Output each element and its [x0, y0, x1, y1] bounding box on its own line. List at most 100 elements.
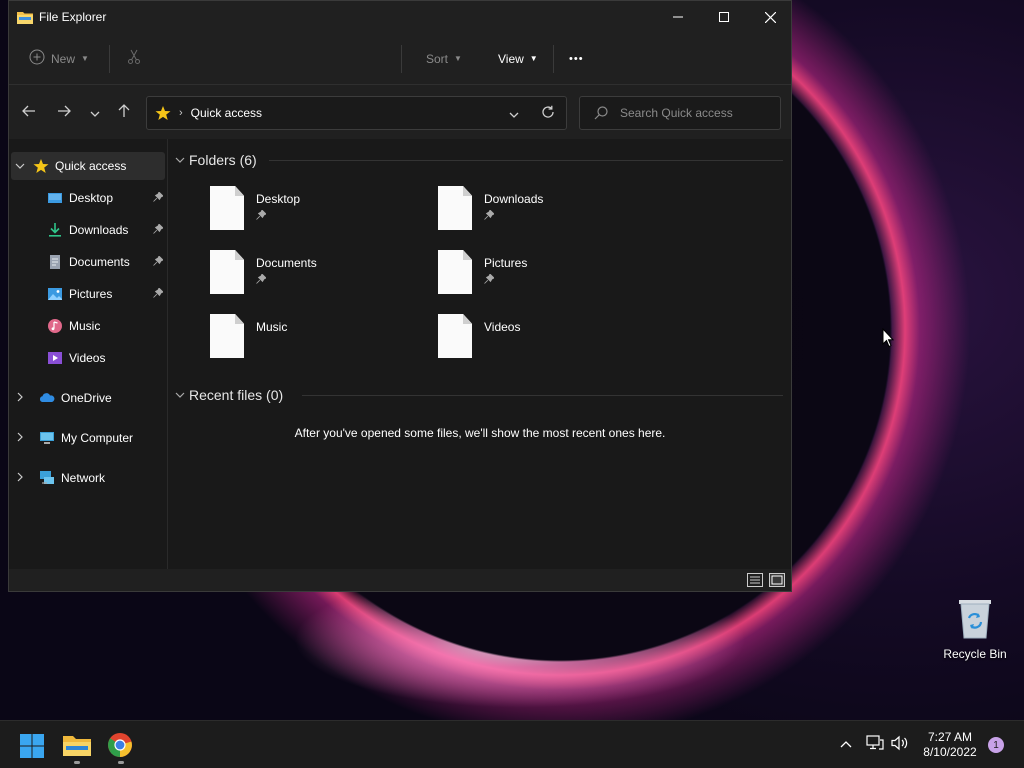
tiles-view-button[interactable]: [769, 573, 785, 587]
videos-icon: [47, 350, 63, 366]
chevron-right-icon[interactable]: [11, 392, 29, 405]
group-divider: [302, 395, 783, 396]
sidebar-item-music[interactable]: Music: [11, 312, 165, 340]
folder-tile-videos[interactable]: Videos: [438, 314, 658, 370]
chevron-right-icon[interactable]: [11, 472, 29, 485]
sidebar-item-my-computer[interactable]: My Computer: [11, 424, 165, 452]
recent-locations-button[interactable]: [83, 101, 107, 125]
folder-name: Pictures: [484, 256, 528, 270]
folder-name: Desktop: [256, 192, 301, 206]
more-options-button[interactable]: •••: [569, 53, 584, 65]
folders-group-title: Folders (6): [189, 152, 257, 168]
chevron-down-icon[interactable]: [175, 392, 185, 398]
new-button[interactable]: New ▼: [29, 49, 89, 68]
folder-tile-downloads[interactable]: Downloads: [438, 186, 658, 242]
content-pane: Folders (6) Desktop Downloads Documents: [169, 139, 791, 569]
forward-button[interactable]: [52, 101, 76, 125]
address-history-button[interactable]: [509, 107, 519, 121]
close-button[interactable]: [747, 1, 793, 33]
sidebar-item-onedrive[interactable]: OneDrive: [11, 384, 165, 412]
file-explorer-icon: [63, 734, 91, 759]
view-button[interactable]: View ▼: [498, 52, 538, 66]
back-button[interactable]: [17, 101, 41, 125]
taskbar-chrome[interactable]: [107, 731, 135, 764]
minimize-button[interactable]: [655, 1, 701, 33]
up-button[interactable]: [112, 101, 136, 125]
refresh-icon: [542, 105, 554, 118]
arrow-left-icon: [22, 104, 36, 122]
details-view-button[interactable]: [747, 573, 763, 587]
clock-date: 8/10/2022: [923, 745, 977, 759]
search-box[interactable]: Search Quick access: [579, 96, 781, 130]
pin-icon[interactable]: [153, 190, 164, 205]
pin-icon[interactable]: [153, 286, 164, 301]
chevron-down-icon: [90, 104, 100, 122]
search-icon: [594, 106, 608, 120]
toolbar-divider: [401, 45, 402, 73]
chevron-down-icon: [509, 112, 519, 118]
folder-name: Documents: [256, 256, 317, 270]
sort-label: Sort: [426, 51, 449, 66]
search-placeholder: Search Quick access: [620, 106, 733, 120]
documents-icon: [47, 254, 63, 270]
sort-button[interactable]: Sort ▼: [426, 52, 462, 66]
chevron-down-icon: ▼: [81, 54, 89, 63]
arrow-right-icon: [57, 104, 71, 122]
pin-icon[interactable]: [153, 254, 164, 269]
start-button[interactable]: [19, 731, 47, 759]
network-status-button[interactable]: [866, 735, 884, 754]
cut-button[interactable]: [126, 49, 142, 68]
sidebar-item-label: OneDrive: [61, 391, 112, 405]
address-bar[interactable]: › Quick access: [146, 96, 567, 130]
recent-files-group-header[interactable]: Recent files (0): [175, 387, 283, 403]
running-indicator: [74, 761, 80, 764]
sidebar-item-label: Downloads: [69, 223, 129, 237]
sidebar-item-label: Music: [69, 319, 101, 333]
folder-icon: [438, 314, 472, 358]
explorer-body: Quick access Desktop Downloads Documents…: [9, 139, 791, 569]
star-icon: [33, 158, 49, 174]
volume-button[interactable]: [891, 735, 909, 754]
folder-tile-pictures[interactable]: Pictures: [438, 250, 658, 306]
sidebar-item-network[interactable]: Network: [11, 464, 165, 492]
refresh-button[interactable]: [541, 105, 555, 122]
sidebar-item-label: My Computer: [61, 431, 134, 445]
group-divider: [269, 160, 783, 161]
folder-tile-desktop[interactable]: Desktop: [210, 186, 430, 242]
pane-divider[interactable]: [167, 139, 168, 569]
more-icon: •••: [569, 52, 584, 65]
desktop-icon-recycle-bin[interactable]: Recycle Bin: [940, 596, 1010, 661]
sidebar-item-label: Quick access: [55, 159, 127, 173]
sidebar-item-quick-access[interactable]: Quick access: [11, 152, 165, 180]
sidebar-item-videos[interactable]: Videos: [11, 344, 165, 372]
chevron-down-icon[interactable]: [175, 157, 185, 163]
sidebar-item-documents[interactable]: Documents: [11, 248, 165, 276]
sidebar-item-desktop[interactable]: Desktop: [11, 184, 165, 212]
new-label: New: [51, 51, 76, 66]
pin-icon[interactable]: [153, 222, 164, 237]
onedrive-icon: [39, 390, 55, 406]
address-location[interactable]: Quick access: [191, 106, 262, 120]
pin-icon: [256, 209, 267, 223]
recent-files-group-title: Recent files (0): [189, 387, 284, 403]
taskbar-clock[interactable]: 7:27 AM 8/10/2022: [912, 730, 988, 760]
folder-tile-music[interactable]: Music: [210, 314, 430, 370]
recycle-bin-icon: [940, 596, 1010, 643]
folder-tile-documents[interactable]: Documents: [210, 250, 430, 306]
show-hidden-icons-button[interactable]: [840, 737, 852, 751]
chevron-right-icon[interactable]: [11, 432, 29, 445]
desktop-icon: [47, 190, 63, 206]
sidebar-item-pictures[interactable]: Pictures: [11, 280, 165, 308]
folders-group-header[interactable]: Folders (6): [175, 152, 257, 168]
title-bar[interactable]: File Explorer: [9, 1, 791, 33]
computer-icon: [39, 430, 55, 446]
downloads-icon: [47, 222, 63, 238]
navigation-row: › Quick access Search Quick access: [9, 85, 791, 139]
sidebar-item-label: Desktop: [69, 191, 114, 205]
chevron-down-icon[interactable]: [11, 161, 29, 172]
taskbar-file-explorer[interactable]: [63, 731, 91, 764]
status-bar: [9, 569, 791, 591]
sidebar-item-downloads[interactable]: Downloads: [11, 216, 165, 244]
notification-badge[interactable]: 1: [988, 737, 1004, 753]
maximize-button[interactable]: [701, 1, 747, 33]
